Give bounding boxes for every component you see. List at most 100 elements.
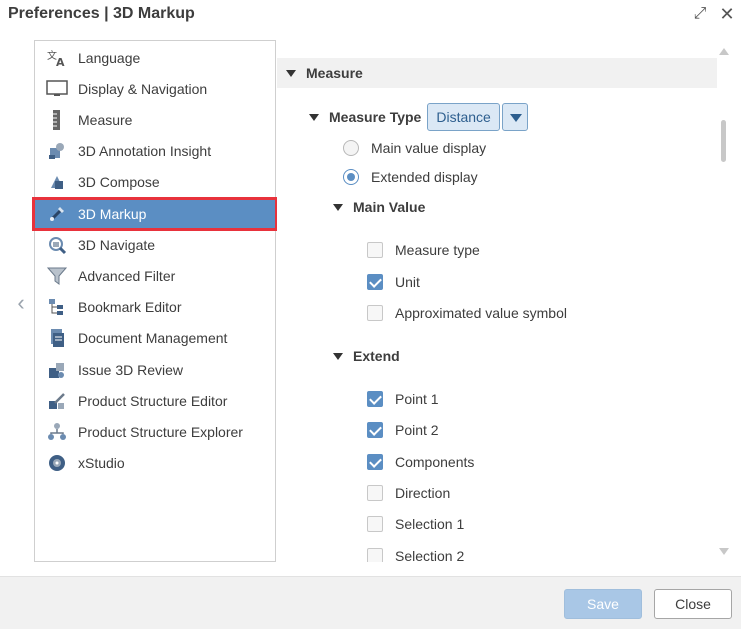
checkbox[interactable] [367,422,383,438]
radio-button[interactable] [343,169,359,185]
structure-editor-icon [45,390,69,412]
measure-type-label: Measure Type [329,109,422,125]
checkbox-unit[interactable]: Unit [367,270,420,294]
sidebar-item-document-management[interactable]: Document Management [35,324,275,352]
sidebar-item-label: Bookmark Editor [78,299,182,315]
checkbox-approximated-value-symbol[interactable]: Approximated value symbol [367,301,567,325]
dialog-footer: Save Close [0,576,741,629]
navigate-icon [45,234,69,256]
sidebar-item-label: Advanced Filter [78,268,176,284]
radio-label: Main value display [371,140,487,156]
preferences-content: Measure Measure Type Distance Main value… [277,46,717,562]
sidebar-item-label: xStudio [78,455,125,471]
sidebar-item-product-structure-explorer[interactable]: Product Structure Explorer [35,418,275,446]
svg-text:A: A [56,56,65,67]
section-header-measure[interactable]: Measure [277,58,717,88]
checkbox[interactable] [367,516,383,532]
subsection-extend[interactable]: Extend [333,344,400,368]
close-icon[interactable]: ✕ [717,4,737,24]
checkbox-direction[interactable]: Direction [367,481,450,505]
sidebar-item-label: 3D Navigate [78,237,156,253]
sidebar-item-product-structure-editor[interactable]: Product Structure Editor [35,387,275,415]
sidebar-item-label: 3D Annotation Insight [78,143,212,159]
radio-label: Extended display [371,169,478,185]
collapse-triangle-icon [333,352,343,360]
checkbox-selection-2[interactable]: Selection 2 [367,544,464,562]
checkbox[interactable] [367,548,383,562]
checkbox-point-1[interactable]: Point 1 [367,387,439,411]
sidebar-item-3d-annotation-insight[interactable]: 3D Annotation Insight [35,137,275,165]
structure-explorer-icon [45,421,69,443]
checkbox[interactable] [367,485,383,501]
collapse-triangle-icon [286,69,296,77]
scrollbar-thumb[interactable] [721,120,726,162]
save-button[interactable]: Save [564,589,642,619]
sidebar-item-label: Document Management [78,330,228,346]
maximize-icon[interactable]: ⤢ [690,4,710,24]
sidebar-item-label: 3D Compose [78,174,160,190]
checkbox-label: Point 2 [395,422,439,438]
checkbox-measure-type[interactable]: Measure type [367,238,480,262]
radio-button[interactable] [343,140,359,156]
bookmark-editor-icon [45,296,69,318]
checkbox[interactable] [367,242,383,258]
sidebar-item-label: Display & Navigation [78,81,208,97]
title-bar: Preferences | 3D Markup ⤢ ✕ [0,0,741,30]
sidebar-item-language[interactable]: 文A Language [35,44,275,72]
filter-icon [45,265,69,287]
xstudio-icon [45,452,69,474]
checkbox-label: Direction [395,485,451,501]
monitor-icon [45,78,69,100]
sidebar-item-measure[interactable]: Measure [35,106,275,134]
checkbox-label: Measure type [395,242,480,258]
sidebar-item-label: 3D Markup [78,206,147,222]
dialog-body: ‹ 文A Language Display & Navigation Measu… [0,30,741,576]
measure-type-row: Measure Type Distance [309,102,528,132]
dialog-title: Preferences | 3D Markup [8,5,195,22]
sidebar-item-issue-3d-review[interactable]: Issue 3D Review [35,356,275,384]
sidebar-item-xstudio[interactable]: xStudio [35,449,275,477]
collapse-triangle-icon [333,203,343,211]
sidebar-item-display-navigation[interactable]: Display & Navigation [35,75,275,103]
markup-icon [45,203,69,225]
checkbox-label: Approximated value symbol [395,305,567,321]
compose-icon [45,171,69,193]
checkbox-label: Components [395,454,475,470]
scroll-down-icon[interactable] [719,548,729,555]
checkbox-label: Selection 1 [395,516,465,532]
checkbox[interactable] [367,454,383,470]
checkbox[interactable] [367,391,383,407]
measure-type-dropdown[interactable]: Distance [427,103,500,131]
subsection-main-value[interactable]: Main Value [333,195,425,219]
close-button[interactable]: Close [654,589,732,619]
checkbox[interactable] [367,274,383,290]
checkbox-label: Point 1 [395,391,439,407]
sidebar-item-label: Measure [78,112,133,128]
checkbox-components[interactable]: Components [367,450,474,474]
checkbox-label: Unit [395,274,420,290]
sidebar-item-3d-navigate[interactable]: 3D Navigate [35,231,275,259]
section-title: Measure [306,65,363,81]
scroll-up-icon[interactable] [719,48,729,55]
ruler-icon [45,109,69,131]
document-icon [45,327,69,349]
content-scrollbar[interactable] [717,46,731,562]
sidebar-item-3d-markup[interactable]: 3D Markup [32,197,278,231]
subsection-title: Extend [353,348,400,364]
checkbox-point-2[interactable]: Point 2 [367,418,439,442]
annotation-insight-icon [45,140,69,162]
radio-extended-display[interactable]: Extended display [343,165,478,189]
sidebar-item-label: Product Structure Editor [78,393,228,409]
collapse-panel-icon[interactable]: ‹ [10,288,32,318]
sidebar-item-advanced-filter[interactable]: Advanced Filter [35,262,275,290]
collapse-triangle-icon[interactable] [309,113,319,121]
sidebar-item-bookmark-editor[interactable]: Bookmark Editor [35,293,275,321]
checkbox[interactable] [367,305,383,321]
subsection-title: Main Value [353,199,426,215]
dropdown-arrow-button[interactable] [501,103,528,131]
checkbox-selection-1[interactable]: Selection 1 [367,512,464,536]
sidebar-item-3d-compose[interactable]: 3D Compose [35,168,275,196]
sidebar-item-label: Language [78,50,141,66]
radio-main-value-display[interactable]: Main value display [343,136,486,160]
checkbox-label: Selection 2 [395,548,465,562]
